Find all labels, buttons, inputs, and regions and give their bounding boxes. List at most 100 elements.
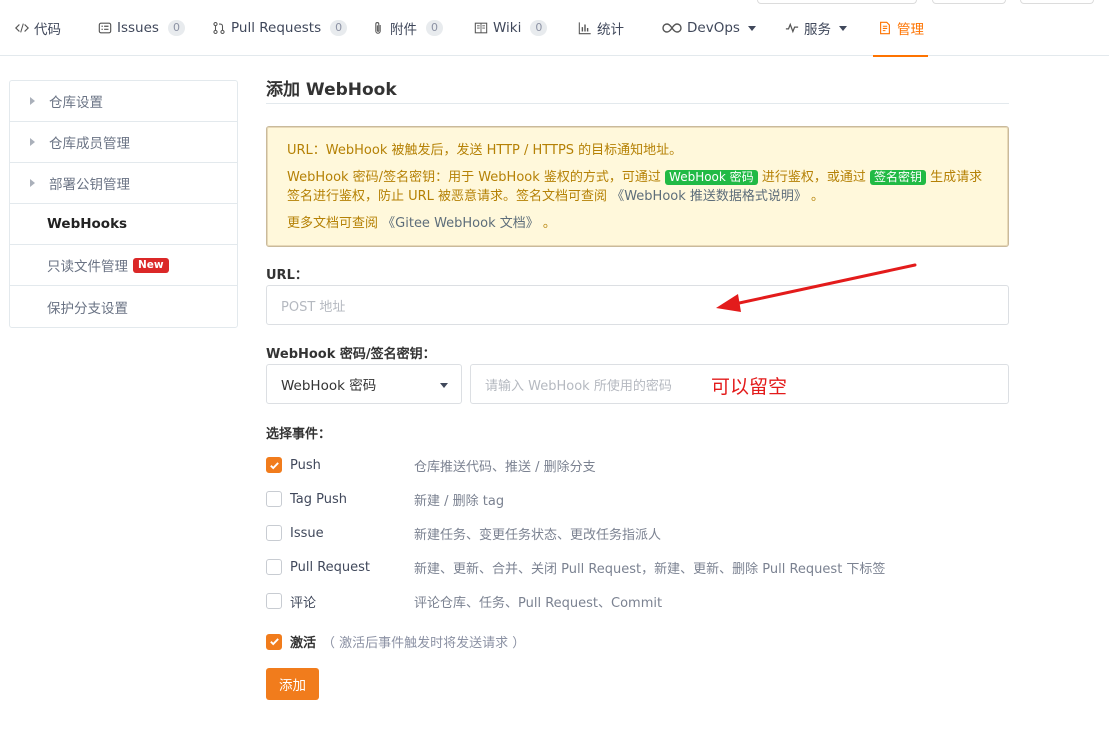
- issues-icon: [97, 21, 112, 36]
- caret-right-icon: [30, 97, 35, 105]
- webhook-form: 添加 WebHook URL：WebHook 被触发后，发送 HTTP / HT…: [266, 76, 1009, 700]
- tab-devops[interactable]: DevOps: [662, 0, 756, 56]
- event-row-push: Push 仓库推送代码、推送 / 删除分支: [266, 455, 1009, 475]
- activate-row: 激活 （ 激活后事件触发时将发送请求 ）: [266, 632, 525, 651]
- tag-push-checkbox[interactable]: [266, 491, 282, 507]
- events-label: 选择事件：: [266, 427, 332, 442]
- caret-right-icon: [30, 179, 35, 187]
- event-row-tag-push: Tag Push 新建 / 删除 tag: [266, 489, 1009, 509]
- event-name: 评论: [290, 595, 317, 611]
- event-description: 评论仓库、任务、Pull Request、Commit: [414, 595, 663, 611]
- webhook-password-tag: WebHook 密码: [665, 170, 758, 185]
- webhook-format-doc-link[interactable]: 《WebHook 推送数据格式说明》: [611, 189, 807, 204]
- document-icon: [877, 21, 892, 36]
- gitee-webhook-doc-link[interactable]: 《Gitee WebHook 文档》: [382, 216, 539, 231]
- pulse-icon: [784, 21, 799, 36]
- tab-label: Wiki: [493, 20, 522, 36]
- event-name: Issue: [290, 525, 324, 541]
- issues-count: 0: [167, 20, 185, 36]
- sidebar-item-repo-settings[interactable]: 仓库设置: [10, 81, 237, 122]
- issue-checkbox[interactable]: [266, 525, 282, 541]
- sidebar-item-readonly-files[interactable]: 只读文件管理 New: [10, 245, 237, 286]
- bar-chart-icon: [577, 21, 592, 36]
- notice-line-url: URL：WebHook 被触发后，发送 HTTP / HTTPS 的目标通知地址…: [287, 143, 683, 158]
- pull-request-checkbox[interactable]: [266, 559, 282, 575]
- event-row-pull-request: Pull Request 新建、更新、合并、关闭 Pull Request，新建…: [266, 557, 1009, 577]
- secret-placeholder: 请输入 WebHook 所使用的密码: [485, 378, 672, 394]
- caret-right-icon: [30, 138, 35, 146]
- comment-checkbox[interactable]: [266, 593, 282, 609]
- event-description: 新建 / 删除 tag: [414, 493, 505, 509]
- add-button[interactable]: 添加: [266, 668, 319, 700]
- new-badge: New: [133, 257, 169, 273]
- notice-text: 进行鉴权，或通过: [761, 170, 866, 185]
- sidebar-item-label: 保护分支设置: [47, 300, 128, 317]
- sidebar-item-label: 只读文件管理: [47, 259, 128, 275]
- code-icon: [14, 21, 29, 36]
- event-description: 新建任务、变更任务状态、更改任务指派人: [414, 527, 662, 543]
- tab-label: 服务: [804, 22, 831, 38]
- tab-label: 附件: [390, 22, 417, 38]
- event-description: 仓库推送代码、推送 / 删除分支: [414, 459, 596, 475]
- event-row-comment: 评论 评论仓库、任务、Pull Request、Commit: [266, 591, 1009, 611]
- notice-text: 。: [542, 216, 556, 231]
- tab-manage[interactable]: 管理: [873, 0, 928, 57]
- push-checkbox[interactable]: [266, 457, 282, 473]
- notice-text: 。: [811, 189, 825, 204]
- chevron-down-icon: [839, 25, 847, 31]
- tab-label: Issues: [117, 20, 159, 36]
- event-row-issue: Issue 新建任务、变更任务状态、更改任务指派人: [266, 523, 1009, 543]
- tab-code[interactable]: 代码: [14, 0, 61, 56]
- sidebar-item-deploy-keys[interactable]: 部署公钥管理: [10, 163, 237, 204]
- tab-label: 统计: [597, 22, 624, 38]
- attachments-count: 0: [426, 20, 443, 36]
- pull-requests-count: 0: [330, 20, 348, 36]
- signature-key-tag: 签名密钥: [869, 170, 926, 185]
- tab-wiki[interactable]: Wiki 0: [473, 0, 548, 56]
- secret-type-select[interactable]: WebHook 密码: [266, 364, 462, 404]
- annotation-text: 可以留空: [711, 376, 788, 398]
- tab-label: Pull Requests: [231, 20, 322, 36]
- activate-checkbox[interactable]: [266, 633, 282, 650]
- tab-services[interactable]: 服务: [784, 0, 847, 56]
- notice-line-secret: WebHook 密码/签名密钥：用于 WebHook 鉴权的方式，可通过 Web…: [287, 168, 988, 206]
- chevron-down-icon: [747, 25, 756, 31]
- event-name: Push: [290, 457, 321, 473]
- sidebar-item-protected-branches[interactable]: 保护分支设置: [10, 286, 237, 327]
- sidebar-item-members[interactable]: 仓库成员管理: [10, 122, 237, 163]
- activate-label: 激活: [290, 636, 317, 651]
- tab-issues[interactable]: Issues 0: [97, 0, 185, 56]
- event-name: Pull Request: [290, 559, 371, 575]
- info-notice: URL：WebHook 被触发后，发送 HTTP / HTTPS 的目标通知地址…: [266, 126, 1009, 247]
- repo-tab-bar: 代码 Issues 0 Pull Requests 0 附件 0 Wiki 0 …: [0, 0, 1109, 57]
- sidebar-item-webhooks[interactable]: WebHooks: [10, 204, 237, 245]
- notice-line-docs: 更多文档可查阅 《Gitee WebHook 文档》 。: [287, 214, 988, 233]
- sidebar-item-label: WebHooks: [47, 216, 128, 232]
- url-input[interactable]: POST 地址: [266, 285, 1009, 325]
- tab-pull-requests[interactable]: Pull Requests 0: [211, 0, 348, 56]
- tab-label: DevOps: [687, 20, 740, 36]
- tab-statistics[interactable]: 统计: [577, 0, 624, 56]
- tab-label: 管理: [897, 22, 924, 38]
- tab-attachments[interactable]: 附件 0: [370, 0, 443, 56]
- tab-label: 代码: [34, 22, 61, 38]
- event-name: Tag Push: [290, 491, 348, 507]
- secret-type-value: WebHook 密码: [281, 378, 377, 394]
- url-label: URL：: [266, 268, 308, 283]
- book-icon: [473, 21, 488, 36]
- url-placeholder: POST 地址: [281, 299, 346, 315]
- checkmark-icon: [269, 638, 279, 646]
- sidebar-item-label: 仓库设置: [49, 95, 103, 111]
- secret-label: WebHook 密码/签名密钥：: [266, 347, 436, 362]
- infinity-icon: [662, 21, 682, 36]
- page-header: 添加 WebHook: [266, 76, 1009, 104]
- notice-text: 更多文档可查阅: [287, 216, 379, 231]
- wiki-count: 0: [530, 20, 548, 36]
- chevron-down-icon: [440, 383, 448, 388]
- event-description: 新建、更新、合并、关闭 Pull Request，新建、更新、删除 Pull R…: [414, 561, 886, 577]
- activate-description: （ 激活后事件触发时将发送请求 ）: [322, 636, 526, 651]
- sidebar-item-label: 仓库成员管理: [49, 136, 130, 152]
- pull-request-icon: [211, 21, 226, 36]
- settings-sidebar: 仓库设置 仓库成员管理 部署公钥管理 WebHooks 只读文件管理 New 保…: [9, 80, 238, 328]
- paperclip-icon: [370, 21, 385, 36]
